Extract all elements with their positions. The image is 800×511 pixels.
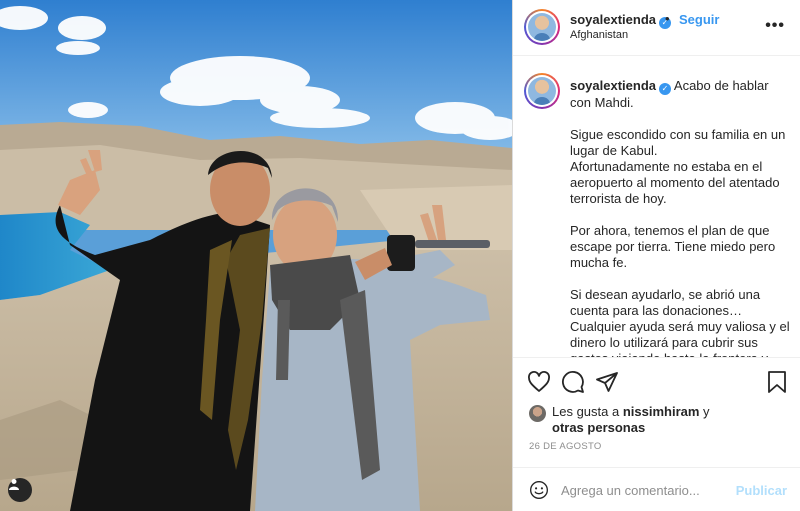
photo-illustration	[0, 0, 512, 511]
post-details-panel: soyalextienda ✓ • Seguir Afghanistan ••• …	[512, 0, 800, 511]
author-username-wrap[interactable]: soyalextienda ✓	[570, 12, 671, 29]
smiley-icon[interactable]	[529, 480, 549, 500]
comment-bar: Publicar	[513, 467, 800, 511]
publish-button[interactable]: Publicar	[736, 483, 787, 498]
post-location[interactable]: Afghanistan	[570, 29, 628, 41]
author-avatar[interactable]	[524, 9, 560, 45]
paper-plane-icon[interactable]	[595, 370, 619, 394]
post-caption: soyalextienda ✓ Acabo de hablar con Mahdi…	[513, 57, 800, 357]
author-username[interactable]: soyalextienda	[570, 12, 656, 27]
verified-badge-icon: ✓	[659, 83, 671, 95]
user-tag-button[interactable]	[8, 478, 32, 502]
likes-connector: y	[699, 404, 710, 419]
heart-icon[interactable]	[527, 370, 551, 394]
follow-separator: •	[665, 11, 670, 26]
comment-input[interactable]	[561, 480, 721, 500]
post-photo[interactable]	[0, 0, 512, 511]
bookmark-icon[interactable]	[765, 370, 789, 394]
caption-paragraph: Sigue escondido con su familia en un lug…	[570, 127, 786, 206]
caption-paragraph: Si desean ayudarlo, se abrió una cuenta …	[570, 287, 790, 357]
comment-bubble-icon[interactable]	[561, 370, 585, 394]
likes-prefix: Les gusta a	[552, 404, 623, 419]
liker-avatar[interactable]	[529, 405, 546, 422]
caption-text: soyalextienda ✓ Acabo de hablar con Mahdi…	[570, 78, 790, 357]
post-header: soyalextienda ✓ • Seguir Afghanistan •••	[513, 0, 800, 56]
caption-avatar[interactable]	[524, 73, 560, 109]
caption-username[interactable]: soyalextienda	[570, 78, 656, 93]
likes-summary: Les gusta a nissimhiram y otras personas	[513, 403, 800, 439]
likes-others-link[interactable]: otras personas	[552, 420, 645, 435]
likes-user-link[interactable]: nissimhiram	[623, 404, 700, 419]
post-date[interactable]: 26 DE AGOSTO	[529, 441, 602, 452]
post-actions	[513, 357, 800, 403]
person-icon	[9, 479, 19, 490]
caption-paragraph: Por ahora, tenemos el plan de que escape…	[570, 223, 776, 270]
more-options-icon[interactable]: •••	[765, 18, 785, 34]
follow-button[interactable]: Seguir	[679, 12, 719, 27]
caption-first-paragraph: soyalextienda ✓ Acabo de hablar con Mahdi…	[570, 78, 790, 111]
likes-text: Les gusta a nissimhiram y otras personas	[552, 404, 772, 436]
